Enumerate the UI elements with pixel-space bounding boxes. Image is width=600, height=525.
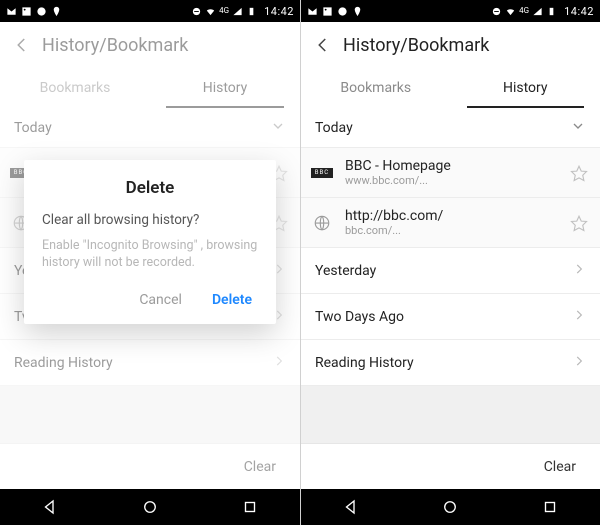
signal-icon [532,6,543,17]
history-item[interactable]: BBC BBC - Homepage www.bbc.com/... [301,148,600,198]
section-label: Today [315,120,353,136]
location-icon [352,6,363,17]
dialog-title: Delete [42,178,258,198]
dnd-icon [491,6,502,17]
empty-area [301,386,600,443]
battery-icon [246,6,257,17]
app-toolbar: History/Bookmark [301,22,600,68]
item-title: http://bbc.com/ [345,208,568,224]
network-label: 4G [219,7,229,15]
nav-home-button[interactable] [130,495,170,519]
clock: 14:42 [264,5,294,18]
item-subtitle: bbc.com/... [345,224,568,237]
battery-icon [546,6,557,17]
nav-recents-button[interactable] [530,495,570,519]
dialog-hint: Enable "Incognito Browsing" , browsing h… [42,238,258,272]
nav-yesterday[interactable]: Yesterday [301,248,600,294]
nav-reading-history[interactable]: Reading History [301,340,600,386]
clear-button[interactable]: Clear [301,443,600,489]
back-button[interactable] [311,33,335,57]
item-title: BBC - Homepage [345,158,568,174]
page-title: History/Bookmark [343,35,489,56]
nav-label: Yesterday [315,263,376,279]
whatsapp-icon [337,6,348,17]
chevron-right-icon [572,308,586,326]
dialog-delete-button[interactable]: Delete [210,286,254,314]
bookmark-star-icon[interactable] [568,164,590,182]
signal-icon [232,6,243,17]
nav-label: Reading History [315,355,414,371]
network-label: 4G [519,7,529,15]
section-today[interactable]: Today [301,108,600,148]
chevron-right-icon [572,354,586,372]
dialog-message: Clear all browsing history? [42,212,258,228]
right-phone: 4G 14:42 History/Bookmark Bookmarks Hist… [300,0,600,525]
dnd-icon [191,6,202,17]
tab-bookmarks[interactable]: Bookmarks [301,68,451,108]
favicon-bbc: BBC [311,162,333,184]
chevron-right-icon [572,262,586,280]
whatsapp-icon [36,6,47,17]
item-subtitle: www.bbc.com/... [345,174,568,187]
bookmark-star-icon[interactable] [568,214,590,232]
left-phone: 4G 14:42 History/Bookmark Bookmarks Hist… [0,0,300,525]
clock: 14:42 [564,5,594,18]
nav-recents-button[interactable] [230,495,270,519]
history-item[interactable]: http://bbc.com/ bbc.com/... [301,198,600,248]
globe-icon [311,212,333,234]
android-navbar [301,489,600,525]
nav-label: Two Days Ago [315,309,404,325]
location-icon [51,6,62,17]
delete-dialog: Delete Clear all browsing history? Enabl… [24,160,276,324]
picture-icon [21,6,32,17]
gmail-icon [6,6,17,17]
chevron-down-icon [570,118,586,138]
nav-two-days-ago[interactable]: Two Days Ago [301,294,600,340]
tab-history[interactable]: History [451,68,600,108]
wifi-icon [205,6,216,17]
gmail-icon [307,6,318,17]
status-bar: 4G 14:42 [0,0,300,22]
dialog-cancel-button[interactable]: Cancel [137,286,184,314]
nav-back-button[interactable] [30,495,70,519]
wifi-icon [505,6,516,17]
nav-back-button[interactable] [331,495,371,519]
nav-home-button[interactable] [430,495,470,519]
android-navbar [0,489,300,525]
tabs: Bookmarks History [301,68,600,108]
status-bar: 4G 14:42 [301,0,600,22]
picture-icon [322,6,333,17]
clear-label: Clear [544,459,576,475]
